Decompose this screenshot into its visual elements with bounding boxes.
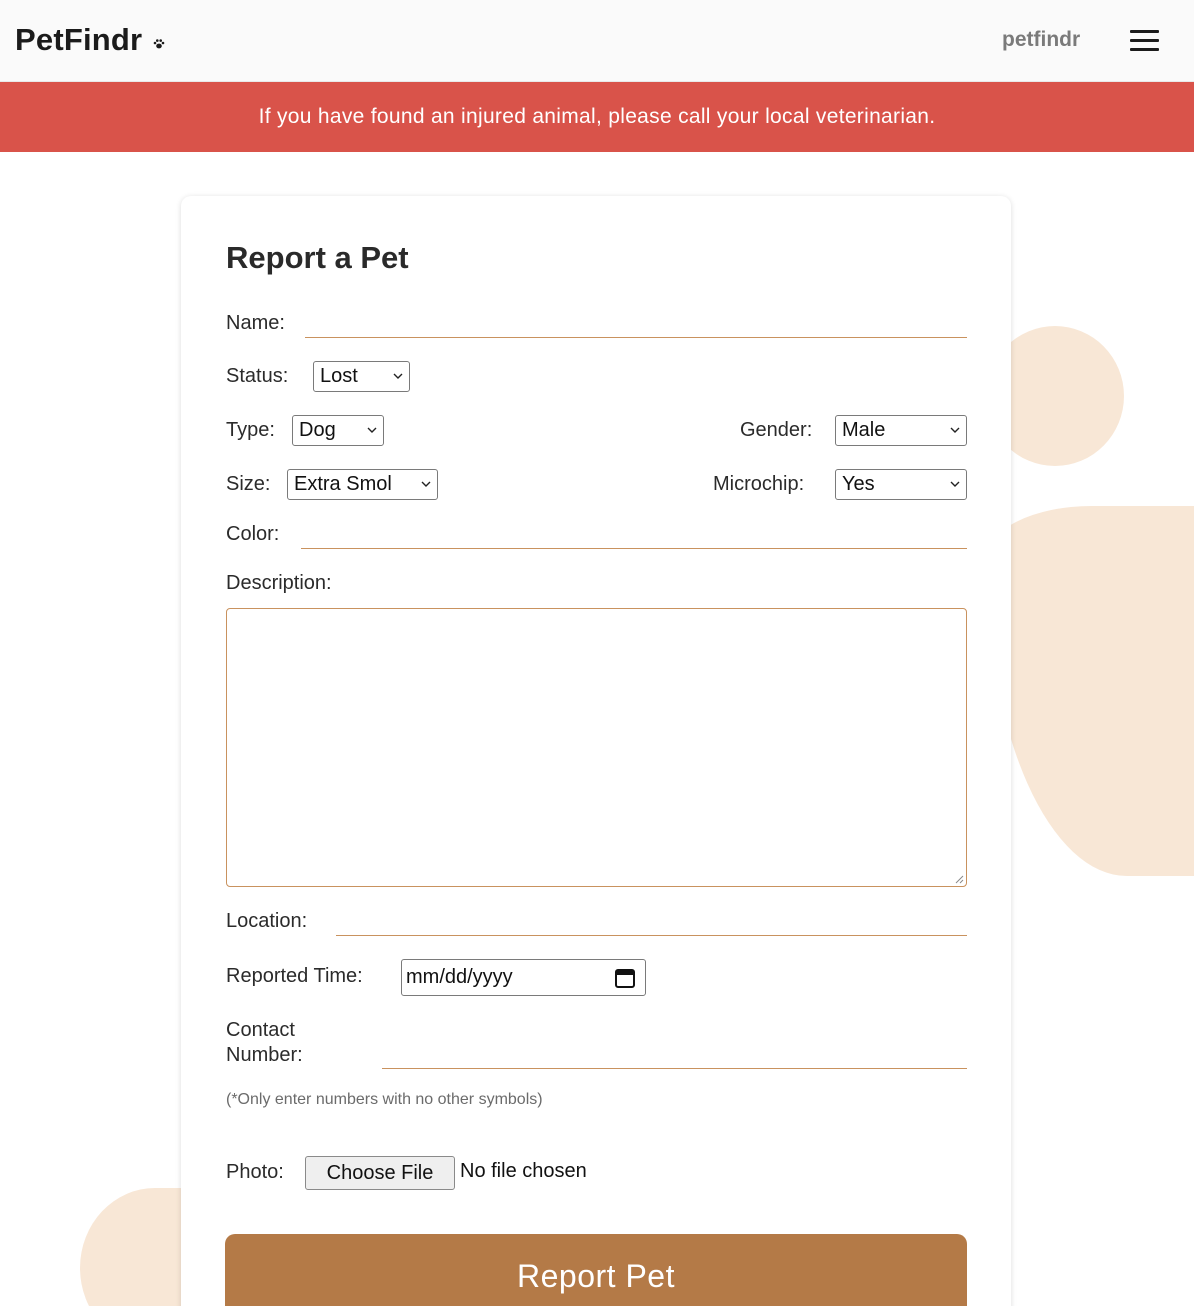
microchip-select-value: Yes: [842, 473, 875, 495]
resize-grip-icon[interactable]: [954, 874, 964, 884]
name-label: Name:: [226, 312, 285, 334]
gender-label: Gender:: [740, 419, 813, 441]
contact-hint: (*Only enter numbers with no other symbo…: [226, 1091, 543, 1108]
nav-link-petfindr[interactable]: petfindr: [1002, 28, 1080, 52]
status-label: Status:: [226, 365, 289, 387]
chevron-down-icon: [950, 427, 960, 433]
paw-icon: [153, 39, 165, 49]
chevron-down-icon: [393, 373, 403, 379]
type-label: Type:: [226, 419, 275, 441]
size-select-value: Extra Smol: [294, 473, 392, 495]
status-select[interactable]: Lost: [313, 361, 410, 392]
top-navbar: PetFindr petfindr: [0, 0, 1194, 82]
color-input[interactable]: [301, 519, 967, 549]
report-pet-form: Report a Pet Name: Status: Lost Type: Do…: [181, 196, 1011, 1306]
form-title: Report a Pet: [226, 240, 409, 275]
alert-banner: If you have found an injured animal, ple…: [0, 82, 1194, 152]
report-pet-button[interactable]: Report Pet: [225, 1234, 967, 1306]
date-placeholder: mm/dd/yyyy: [406, 966, 513, 988]
microchip-select[interactable]: Yes: [835, 469, 967, 500]
description-label: Description:: [226, 572, 332, 594]
calendar-icon[interactable]: [613, 966, 637, 990]
decorative-blob: [986, 506, 1194, 876]
hamburger-menu-icon[interactable]: [1130, 30, 1160, 52]
size-label: Size:: [226, 473, 271, 495]
photo-label: Photo:: [226, 1161, 284, 1183]
reported-time-label: Reported Time:: [226, 965, 363, 987]
microchip-label: Microchip:: [713, 473, 805, 495]
status-select-value: Lost: [320, 365, 358, 387]
location-label: Location:: [226, 910, 308, 932]
logo[interactable]: PetFindr: [15, 22, 142, 58]
color-label: Color:: [226, 523, 280, 545]
contact-number-input[interactable]: [382, 1039, 967, 1069]
location-input[interactable]: [336, 906, 967, 936]
gender-select-value: Male: [842, 419, 886, 441]
choose-file-button[interactable]: Choose File: [305, 1156, 455, 1190]
chevron-down-icon: [950, 481, 960, 487]
chevron-down-icon: [367, 427, 377, 433]
type-select-value: Dog: [299, 419, 336, 441]
contact-label-line2: Number:: [226, 1044, 303, 1066]
page: PetFindr petfindr If you have found an i…: [0, 0, 1194, 1306]
reported-time-date-input[interactable]: mm/dd/yyyy: [401, 959, 646, 996]
file-status: No file chosen: [460, 1160, 587, 1182]
contact-label-line1: Contact: [226, 1019, 295, 1041]
type-select[interactable]: Dog: [292, 415, 384, 446]
chevron-down-icon: [421, 481, 431, 487]
name-input[interactable]: [305, 308, 967, 338]
gender-select[interactable]: Male: [835, 415, 967, 446]
size-select[interactable]: Extra Smol: [287, 469, 438, 500]
description-textarea[interactable]: [226, 608, 967, 887]
